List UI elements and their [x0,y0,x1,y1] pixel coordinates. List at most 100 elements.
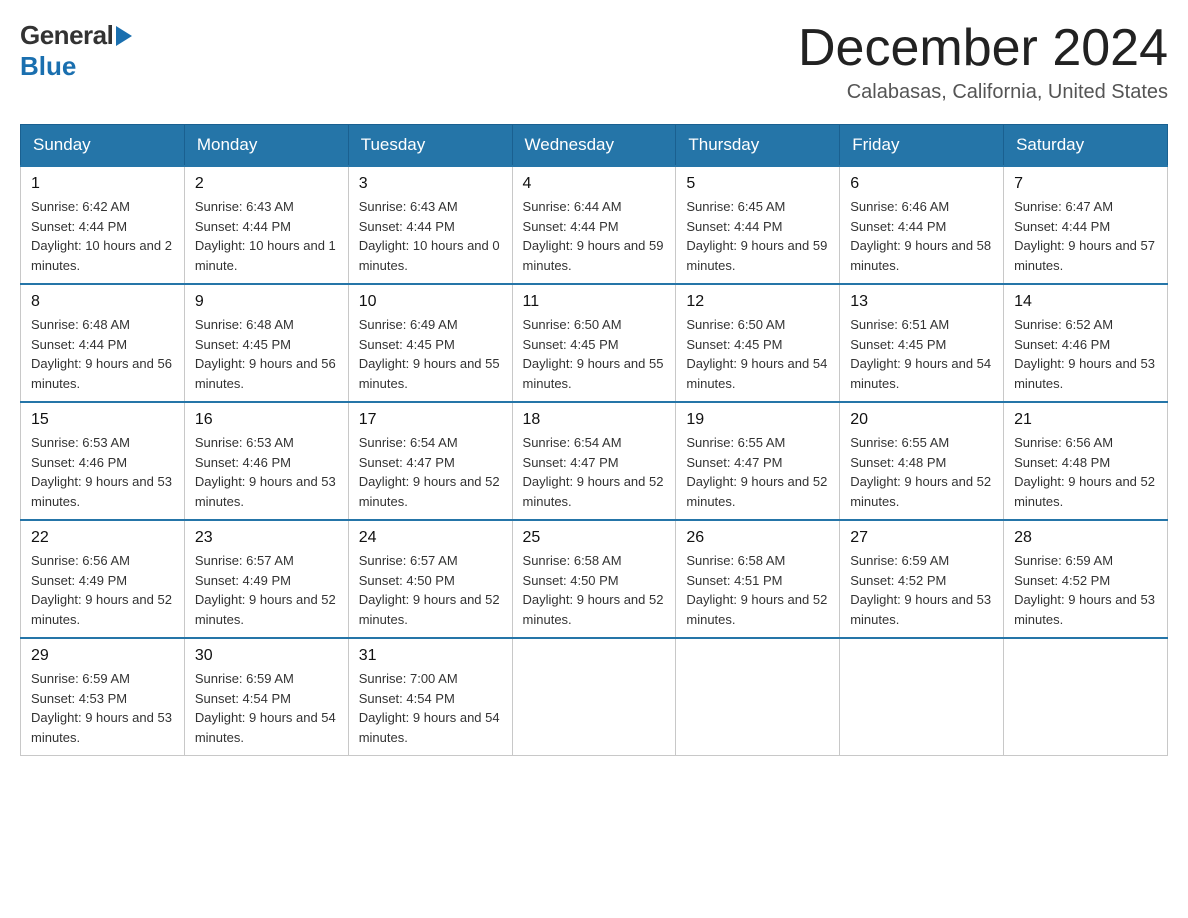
calendar-cell: 10 Sunrise: 6:49 AMSunset: 4:45 PMDaylig… [348,284,512,402]
day-number: 30 [195,647,338,665]
calendar-week-row: 1 Sunrise: 6:42 AMSunset: 4:44 PMDayligh… [21,166,1168,284]
day-number: 29 [31,647,174,665]
logo-blue-text: Blue [20,51,76,82]
calendar-table: SundayMondayTuesdayWednesdayThursdayFrid… [20,124,1168,756]
day-info: Sunrise: 6:44 AMSunset: 4:44 PMDaylight:… [523,197,666,275]
calendar-week-row: 15 Sunrise: 6:53 AMSunset: 4:46 PMDaylig… [21,402,1168,520]
day-info: Sunrise: 6:57 AMSunset: 4:50 PMDaylight:… [359,551,502,629]
calendar-cell: 2 Sunrise: 6:43 AMSunset: 4:44 PMDayligh… [184,166,348,284]
calendar-cell: 21 Sunrise: 6:56 AMSunset: 4:48 PMDaylig… [1004,402,1168,520]
day-info: Sunrise: 6:43 AMSunset: 4:44 PMDaylight:… [195,197,338,275]
calendar-cell [840,638,1004,756]
calendar-cell: 26 Sunrise: 6:58 AMSunset: 4:51 PMDaylig… [676,520,840,638]
calendar-cell: 7 Sunrise: 6:47 AMSunset: 4:44 PMDayligh… [1004,166,1168,284]
calendar-cell: 25 Sunrise: 6:58 AMSunset: 4:50 PMDaylig… [512,520,676,638]
day-number: 22 [31,529,174,547]
calendar-cell: 6 Sunrise: 6:46 AMSunset: 4:44 PMDayligh… [840,166,1004,284]
calendar-cell: 30 Sunrise: 6:59 AMSunset: 4:54 PMDaylig… [184,638,348,756]
day-number: 5 [686,175,829,193]
day-number: 26 [686,529,829,547]
calendar-cell: 14 Sunrise: 6:52 AMSunset: 4:46 PMDaylig… [1004,284,1168,402]
day-number: 8 [31,293,174,311]
day-info: Sunrise: 6:53 AMSunset: 4:46 PMDaylight:… [195,433,338,511]
day-info: Sunrise: 6:56 AMSunset: 4:48 PMDaylight:… [1014,433,1157,511]
calendar-cell: 15 Sunrise: 6:53 AMSunset: 4:46 PMDaylig… [21,402,185,520]
column-header-sunday: Sunday [21,125,185,167]
day-number: 10 [359,293,502,311]
calendar-cell: 22 Sunrise: 6:56 AMSunset: 4:49 PMDaylig… [21,520,185,638]
day-number: 21 [1014,411,1157,429]
calendar-cell: 20 Sunrise: 6:55 AMSunset: 4:48 PMDaylig… [840,402,1004,520]
day-number: 20 [850,411,993,429]
day-info: Sunrise: 6:51 AMSunset: 4:45 PMDaylight:… [850,315,993,393]
day-info: Sunrise: 6:54 AMSunset: 4:47 PMDaylight:… [523,433,666,511]
day-info: Sunrise: 6:54 AMSunset: 4:47 PMDaylight:… [359,433,502,511]
title-area: December 2024 Calabasas, California, Uni… [798,20,1168,104]
day-info: Sunrise: 6:52 AMSunset: 4:46 PMDaylight:… [1014,315,1157,393]
calendar-cell: 31 Sunrise: 7:00 AMSunset: 4:54 PMDaylig… [348,638,512,756]
day-number: 1 [31,175,174,193]
calendar-header-row: SundayMondayTuesdayWednesdayThursdayFrid… [21,125,1168,167]
day-info: Sunrise: 6:58 AMSunset: 4:50 PMDaylight:… [523,551,666,629]
day-number: 16 [195,411,338,429]
day-number: 19 [686,411,829,429]
calendar-cell: 12 Sunrise: 6:50 AMSunset: 4:45 PMDaylig… [676,284,840,402]
calendar-cell: 29 Sunrise: 6:59 AMSunset: 4:53 PMDaylig… [21,638,185,756]
day-number: 28 [1014,529,1157,547]
calendar-cell: 23 Sunrise: 6:57 AMSunset: 4:49 PMDaylig… [184,520,348,638]
day-number: 17 [359,411,502,429]
calendar-cell: 1 Sunrise: 6:42 AMSunset: 4:44 PMDayligh… [21,166,185,284]
day-info: Sunrise: 6:58 AMSunset: 4:51 PMDaylight:… [686,551,829,629]
page-header: General Blue December 2024 Calabasas, Ca… [20,20,1168,104]
day-info: Sunrise: 6:57 AMSunset: 4:49 PMDaylight:… [195,551,338,629]
day-info: Sunrise: 6:49 AMSunset: 4:45 PMDaylight:… [359,315,502,393]
location-title: Calabasas, California, United States [798,81,1168,104]
logo-arrow-icon [116,26,132,46]
day-number: 25 [523,529,666,547]
column-header-monday: Monday [184,125,348,167]
day-info: Sunrise: 6:42 AMSunset: 4:44 PMDaylight:… [31,197,174,275]
day-info: Sunrise: 6:48 AMSunset: 4:45 PMDaylight:… [195,315,338,393]
calendar-cell: 9 Sunrise: 6:48 AMSunset: 4:45 PMDayligh… [184,284,348,402]
day-info: Sunrise: 6:55 AMSunset: 4:47 PMDaylight:… [686,433,829,511]
column-header-wednesday: Wednesday [512,125,676,167]
day-info: Sunrise: 6:59 AMSunset: 4:52 PMDaylight:… [850,551,993,629]
day-info: Sunrise: 6:48 AMSunset: 4:44 PMDaylight:… [31,315,174,393]
day-info: Sunrise: 6:55 AMSunset: 4:48 PMDaylight:… [850,433,993,511]
month-title: December 2024 [798,20,1168,77]
day-number: 14 [1014,293,1157,311]
day-number: 18 [523,411,666,429]
column-header-friday: Friday [840,125,1004,167]
logo-general-text: General [20,20,113,51]
day-info: Sunrise: 6:47 AMSunset: 4:44 PMDaylight:… [1014,197,1157,275]
day-info: Sunrise: 6:56 AMSunset: 4:49 PMDaylight:… [31,551,174,629]
calendar-cell: 3 Sunrise: 6:43 AMSunset: 4:44 PMDayligh… [348,166,512,284]
calendar-cell: 8 Sunrise: 6:48 AMSunset: 4:44 PMDayligh… [21,284,185,402]
column-header-saturday: Saturday [1004,125,1168,167]
day-number: 9 [195,293,338,311]
calendar-cell: 13 Sunrise: 6:51 AMSunset: 4:45 PMDaylig… [840,284,1004,402]
day-info: Sunrise: 7:00 AMSunset: 4:54 PMDaylight:… [359,669,502,747]
calendar-cell: 11 Sunrise: 6:50 AMSunset: 4:45 PMDaylig… [512,284,676,402]
day-info: Sunrise: 6:53 AMSunset: 4:46 PMDaylight:… [31,433,174,511]
calendar-week-row: 8 Sunrise: 6:48 AMSunset: 4:44 PMDayligh… [21,284,1168,402]
day-number: 6 [850,175,993,193]
calendar-cell: 5 Sunrise: 6:45 AMSunset: 4:44 PMDayligh… [676,166,840,284]
calendar-cell: 18 Sunrise: 6:54 AMSunset: 4:47 PMDaylig… [512,402,676,520]
day-number: 12 [686,293,829,311]
calendar-cell: 19 Sunrise: 6:55 AMSunset: 4:47 PMDaylig… [676,402,840,520]
day-number: 4 [523,175,666,193]
calendar-cell: 17 Sunrise: 6:54 AMSunset: 4:47 PMDaylig… [348,402,512,520]
day-number: 31 [359,647,502,665]
day-number: 3 [359,175,502,193]
day-number: 24 [359,529,502,547]
day-info: Sunrise: 6:59 AMSunset: 4:52 PMDaylight:… [1014,551,1157,629]
day-info: Sunrise: 6:46 AMSunset: 4:44 PMDaylight:… [850,197,993,275]
calendar-week-row: 29 Sunrise: 6:59 AMSunset: 4:53 PMDaylig… [21,638,1168,756]
day-info: Sunrise: 6:43 AMSunset: 4:44 PMDaylight:… [359,197,502,275]
day-number: 23 [195,529,338,547]
calendar-cell: 28 Sunrise: 6:59 AMSunset: 4:52 PMDaylig… [1004,520,1168,638]
day-number: 13 [850,293,993,311]
day-info: Sunrise: 6:50 AMSunset: 4:45 PMDaylight:… [686,315,829,393]
day-number: 11 [523,293,666,311]
